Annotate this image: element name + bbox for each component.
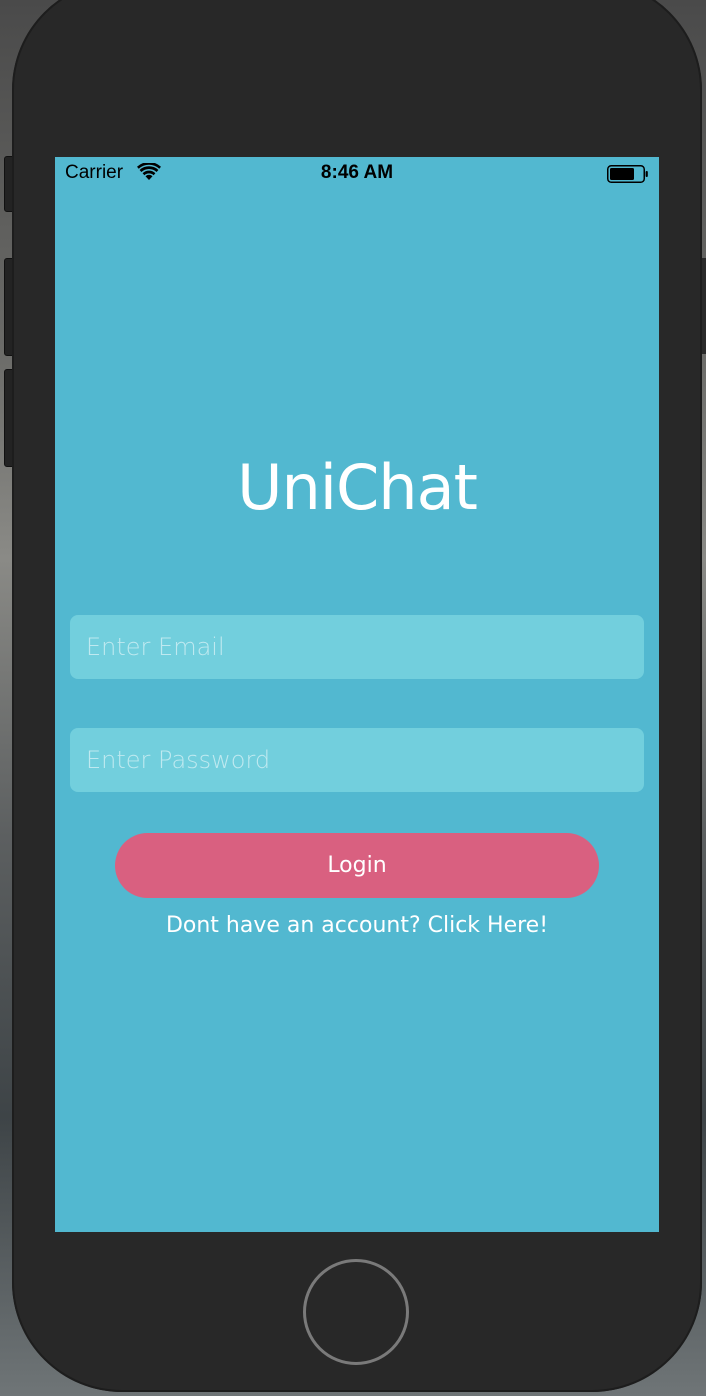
battery-icon	[607, 165, 648, 183]
status-bar: Carrier 8:46 AM	[55, 157, 659, 191]
app-screen: Carrier 8:46 AM UniChat Login Dont have …	[55, 157, 659, 1232]
app-title: UniChat	[237, 451, 478, 524]
password-field	[70, 728, 644, 792]
email-input[interactable]	[70, 615, 644, 679]
home-button[interactable]	[303, 1259, 409, 1365]
email-field	[70, 615, 644, 679]
status-time: 8:46 AM	[320, 162, 394, 183]
password-input[interactable]	[70, 728, 644, 792]
login-button[interactable]: Login	[115, 833, 599, 898]
signup-link[interactable]: Dont have an account? Click Here!	[55, 913, 659, 938]
